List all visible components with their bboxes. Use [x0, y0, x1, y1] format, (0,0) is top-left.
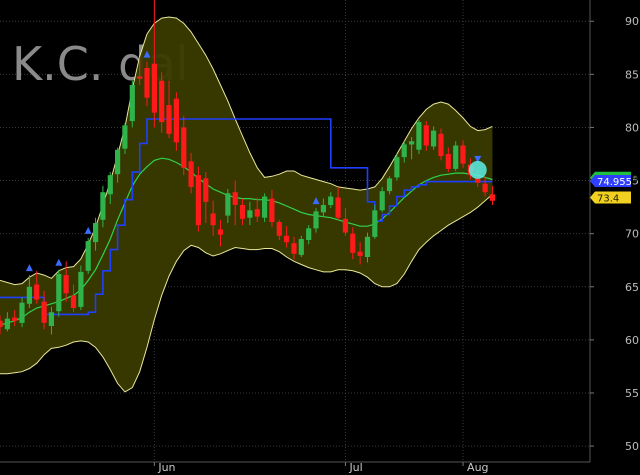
candle-body	[482, 183, 488, 193]
value-tag-label: 74.955	[597, 177, 632, 188]
candle-body	[276, 222, 282, 236]
candle-body	[350, 233, 356, 253]
candle-body	[401, 144, 407, 158]
candle-body	[239, 205, 246, 219]
candle-27	[195, 166, 201, 232]
candle-body	[453, 145, 459, 169]
y-tick-label-50: 50	[625, 440, 639, 453]
candle-body	[63, 275, 69, 294]
candle-12	[85, 237, 91, 275]
candle-body	[247, 210, 253, 218]
candle-body	[328, 196, 334, 205]
candle-54	[394, 154, 400, 181]
candle-body	[254, 209, 260, 217]
value-tag-label: 73.4	[597, 194, 619, 205]
candle-body	[372, 210, 378, 237]
candle-body	[284, 235, 290, 243]
candle-body	[137, 76, 143, 79]
candle-body	[93, 223, 99, 243]
candle-body	[78, 271, 84, 307]
candle-body	[364, 236, 371, 257]
candle-62	[453, 141, 459, 171]
candle-body	[460, 145, 466, 164]
x-tick-label-jun: Jun	[157, 461, 175, 474]
highlight-marker	[468, 160, 487, 179]
candle-body	[188, 161, 194, 187]
candle-body	[122, 125, 128, 149]
x-tick-label-aug: Aug	[467, 461, 488, 474]
candle-body	[144, 68, 150, 98]
candle-body	[306, 228, 312, 240]
candle-body	[34, 284, 40, 300]
candle-body	[100, 192, 106, 220]
candle-body	[0, 320, 3, 328]
y-tick-label-85: 85	[625, 68, 639, 81]
candle-body	[217, 229, 224, 235]
candle-body	[173, 98, 179, 143]
candle-body	[70, 295, 77, 308]
candle-body	[335, 197, 341, 218]
y-tick-label-90: 90	[625, 15, 639, 28]
candle-body	[394, 157, 400, 178]
candle-body	[56, 274, 62, 312]
y-tick-label-65: 65	[625, 281, 639, 294]
candle-body	[357, 251, 363, 256]
candle-8	[56, 269, 62, 317]
y-tick-label-70: 70	[625, 228, 639, 241]
candle-body	[386, 178, 393, 192]
candle-body	[41, 301, 47, 323]
candle-body	[409, 141, 415, 145]
candle-body	[320, 205, 326, 213]
candle-body	[195, 175, 201, 226]
candle-body	[19, 302, 25, 323]
candle-body	[269, 198, 275, 222]
candle-36	[262, 193, 268, 222]
candle-body	[4, 318, 10, 330]
highlight-circle	[468, 160, 487, 179]
candle-body	[151, 63, 157, 113]
candle-11	[78, 265, 84, 311]
candle-body	[379, 191, 385, 211]
candle-body	[129, 85, 135, 122]
price-chart[interactable]: K.C. dal 505560657075808590 JunJulAug 75…	[0, 0, 640, 475]
candle-body	[298, 239, 304, 255]
candle-body	[423, 125, 429, 146]
candle-body	[12, 317, 18, 321]
candle-57	[416, 120, 422, 154]
candle-body	[342, 218, 348, 233]
candle-body	[438, 133, 444, 157]
value-tag-1: 74.955	[590, 175, 632, 188]
y-tick-label-60: 60	[625, 334, 639, 347]
value-tag-2: 73.4	[590, 191, 631, 205]
y-tick-label-80: 80	[625, 121, 639, 134]
candle-body	[166, 105, 172, 134]
candle-body	[489, 194, 495, 201]
candle-body	[210, 213, 216, 226]
x-tick-label-jul: Jul	[348, 461, 362, 474]
candle-body	[225, 193, 231, 216]
candle-body	[203, 178, 209, 202]
candle-body	[159, 80, 165, 123]
candle-body	[232, 192, 238, 205]
candle-18	[129, 80, 135, 128]
candle-body	[85, 241, 91, 271]
y-tick-label-55: 55	[625, 387, 639, 400]
candle-body	[313, 211, 319, 229]
candle-body	[26, 286, 32, 304]
candle-body	[291, 243, 297, 254]
candle-body	[445, 154, 451, 169]
candle-24	[173, 92, 179, 151]
candle-body	[107, 175, 113, 195]
candle-body	[416, 122, 422, 150]
candle-body	[115, 149, 121, 175]
candle-body	[181, 127, 187, 168]
candle-body	[262, 196, 268, 218]
candle-body	[48, 312, 54, 326]
candle-body	[431, 130, 437, 147]
